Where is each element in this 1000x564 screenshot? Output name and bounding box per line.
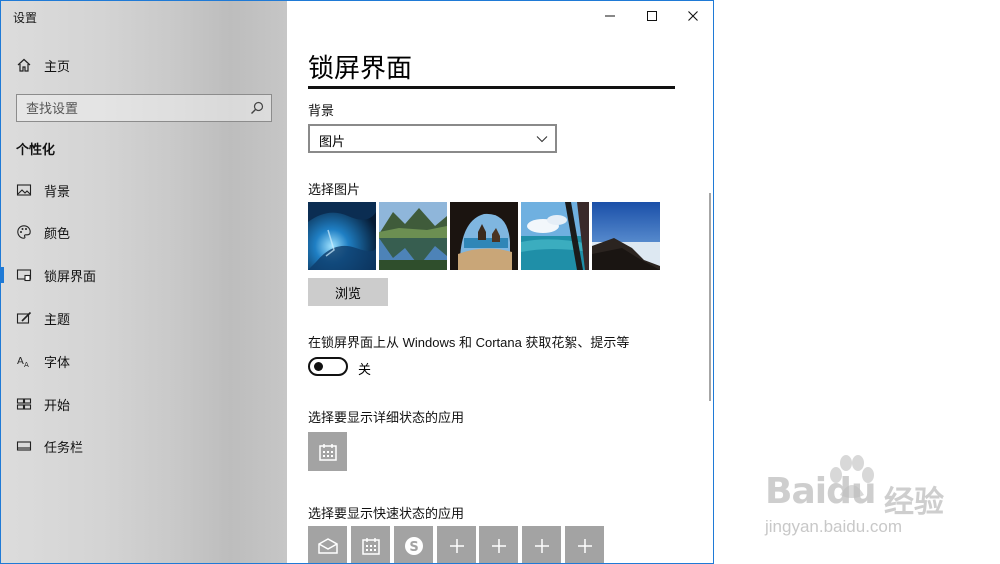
sidebar-item-label: 背景 xyxy=(44,183,71,199)
close-button[interactable] xyxy=(672,1,713,31)
section-header: 个性化 xyxy=(16,142,56,157)
search-icon[interactable] xyxy=(249,100,265,116)
svg-text:A: A xyxy=(17,356,24,367)
sidebar-item-label: 主题 xyxy=(44,311,71,327)
active-indicator xyxy=(1,267,4,283)
search-input[interactable] xyxy=(17,95,243,121)
lock-screen-icon xyxy=(15,266,33,284)
quick-status-app-calendar[interactable] xyxy=(351,526,390,563)
quick-status-app-mail[interactable] xyxy=(308,526,347,563)
detailed-status-label: 选择要显示详细状态的应用 xyxy=(308,410,465,425)
watermark-brand: Baidu xyxy=(765,471,876,512)
palette-icon xyxy=(15,223,33,241)
chevron-down-icon xyxy=(536,133,548,145)
picture-thumbnail-mountain-clouds[interactable] xyxy=(592,202,660,270)
browse-button[interactable]: 浏览 xyxy=(308,278,388,306)
sidebar-item-taskbar[interactable]: 任务栏 xyxy=(1,429,287,463)
quick-status-app-skype[interactable]: S xyxy=(394,526,433,563)
picture-icon xyxy=(15,181,33,199)
theme-brush-icon xyxy=(15,309,33,327)
page-title: 锁屏界面 xyxy=(308,53,413,83)
quick-status-add-slot-1[interactable] xyxy=(437,526,476,563)
skype-icon: S xyxy=(404,536,423,555)
add-icon xyxy=(491,538,506,553)
add-icon xyxy=(577,538,592,553)
search-box[interactable] xyxy=(16,94,272,122)
add-icon xyxy=(449,538,464,553)
detailed-status-app-calendar[interactable] xyxy=(308,432,347,471)
sidebar: 设置 主页 个性化 背景 颜色 xyxy=(1,1,287,563)
sidebar-item-label: 任务栏 xyxy=(44,439,84,455)
picture-thumbnail-mountain-lake[interactable] xyxy=(379,202,447,270)
sidebar-item-label: 锁屏界面 xyxy=(44,268,97,284)
quick-status-add-slot-4[interactable] xyxy=(565,526,604,563)
toggle-knob xyxy=(314,362,323,371)
close-icon xyxy=(688,11,698,21)
maximize-button[interactable] xyxy=(631,1,673,31)
quick-status-label: 选择要显示快速状态的应用 xyxy=(308,506,465,521)
picture-thumbnail-ice-cave[interactable] xyxy=(308,202,376,270)
picture-thumbnail-ocean-window[interactable] xyxy=(521,202,589,270)
main-content: 锁屏界面 背景 图片 选择图片 浏览 在锁屏界面上从 Windows 和 Cor… xyxy=(287,1,713,563)
picture-thumbnail-sea-arch[interactable] xyxy=(450,202,518,270)
sidebar-item-label: 开始 xyxy=(44,397,71,413)
sidebar-item-background[interactable]: 背景 xyxy=(1,173,287,207)
choose-picture-label: 选择图片 xyxy=(308,182,361,197)
quick-status-add-slot-2[interactable] xyxy=(479,526,518,563)
start-grid-icon xyxy=(15,395,33,413)
quick-status-add-slot-3[interactable] xyxy=(522,526,561,563)
minimize-button[interactable] xyxy=(589,1,631,31)
svg-text:A: A xyxy=(24,361,29,369)
sidebar-item-start[interactable]: 开始 xyxy=(1,387,287,421)
sidebar-item-themes[interactable]: 主题 xyxy=(1,301,287,335)
window-title: 设置 xyxy=(13,11,38,25)
fun-facts-label: 在锁屏界面上从 Windows 和 Cortana 获取花絮、提示等 xyxy=(308,335,630,350)
sidebar-item-label: 主页 xyxy=(44,58,71,74)
sidebar-item-lock-screen[interactable]: 锁屏界面 xyxy=(1,258,287,292)
sidebar-item-home[interactable]: 主页 xyxy=(1,48,287,82)
watermark-brand-cn: 经验 xyxy=(884,486,944,519)
sidebar-item-label: 字体 xyxy=(44,354,71,370)
background-label: 背景 xyxy=(308,103,335,118)
background-dropdown[interactable]: 图片 xyxy=(308,124,557,153)
watermark-url: jingyan.baidu.com xyxy=(765,517,903,536)
sidebar-item-colors[interactable]: 颜色 xyxy=(1,215,287,249)
baidu-watermark: Baidu 经验 jingyan.baidu.com xyxy=(760,455,980,545)
background-dropdown-value: 图片 xyxy=(319,134,346,149)
mail-icon xyxy=(317,537,338,554)
font-icon: AA xyxy=(15,352,33,370)
title-underline xyxy=(308,86,675,89)
minimize-icon xyxy=(605,15,615,17)
sidebar-item-label: 颜色 xyxy=(44,225,71,241)
taskbar-icon xyxy=(15,437,33,455)
home-icon xyxy=(15,56,33,74)
fun-facts-toggle[interactable] xyxy=(308,357,348,376)
svg-text:S: S xyxy=(409,540,418,555)
sidebar-item-fonts[interactable]: AA 字体 xyxy=(1,344,287,378)
scrollbar[interactable] xyxy=(709,193,711,401)
settings-window: 设置 主页 个性化 背景 颜色 xyxy=(0,0,714,564)
maximize-icon xyxy=(647,11,657,21)
calendar-icon xyxy=(318,443,337,461)
calendar-icon xyxy=(361,537,380,555)
toggle-state-label: 关 xyxy=(358,362,372,377)
add-icon xyxy=(534,538,549,553)
